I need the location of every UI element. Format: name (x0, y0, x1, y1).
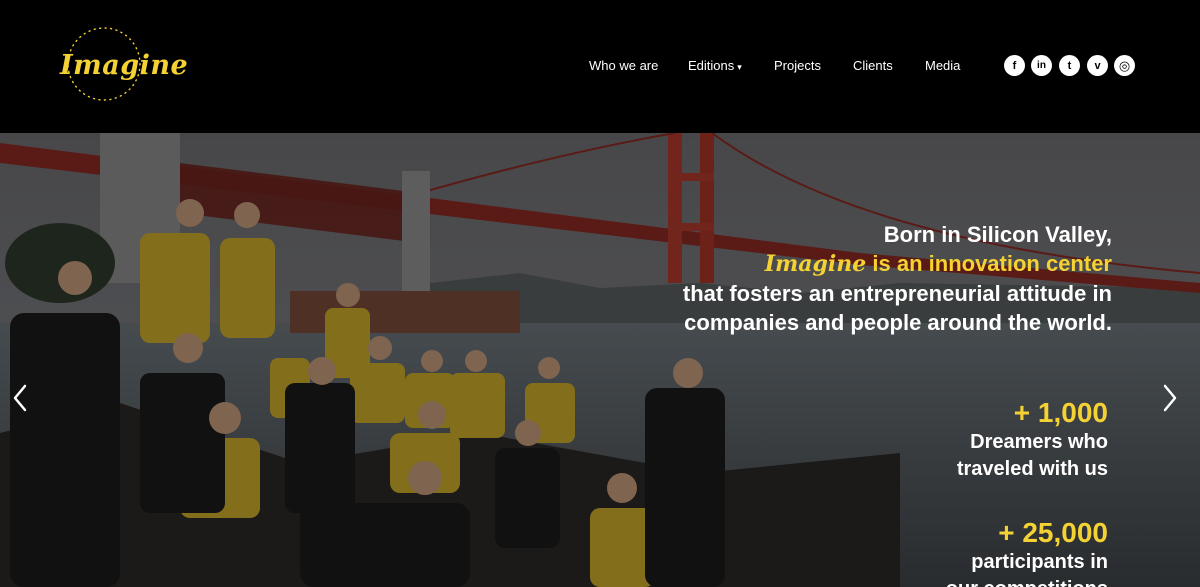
linkedin-icon[interactable]: in (1031, 55, 1052, 76)
stat-dreamers: + 1,000 Dreamers who traveled with us (957, 397, 1108, 483)
headline-line-4: companies and people around the world. (684, 310, 1112, 335)
nav-projects[interactable]: Projects (774, 58, 821, 73)
vimeo-icon[interactable]: v (1087, 55, 1108, 76)
nav-editions-label: Editions (688, 58, 735, 73)
slider-next-arrow-icon[interactable] (1158, 383, 1182, 413)
hero-headline: Born in Silicon Valley, Imagine is an in… (683, 220, 1112, 337)
stat-number: + 25,000 (998, 517, 1108, 548)
site-header: Imagine Who we are Editions ▾ Projects Cl… (0, 0, 1200, 133)
slider-prev-arrow-icon[interactable] (8, 383, 32, 413)
headline-line-1: Born in Silicon Valley, (883, 222, 1112, 247)
hero-slider: Born in Silicon Valley, Imagine is an in… (0, 133, 1200, 587)
stat-label-line: traveled with us (956, 458, 1108, 480)
stat-number: + 1,000 (1013, 397, 1108, 428)
headline-line-2: Imagine is an innovation center (683, 249, 1112, 279)
facebook-icon[interactable]: f (1004, 55, 1025, 76)
headline-line-3: that fosters an entrepreneurial attitude… (682, 281, 1112, 306)
nav-editions[interactable]: Editions ▾ (688, 58, 742, 73)
headline-line-2-rest: is an innovation center (866, 251, 1112, 276)
stat-label-line: Dreamers who (970, 431, 1108, 453)
nav-clients[interactable]: Clients (853, 58, 893, 73)
nav-who-we-are[interactable]: Who we are (589, 58, 658, 73)
chevron-down-icon: ▾ (737, 62, 742, 72)
stat-label-line: our competitions (946, 576, 1108, 587)
stat-participants: + 25,000 participants in our competition… (946, 517, 1108, 587)
instagram-icon[interactable]: ◎ (1114, 55, 1135, 76)
stat-label-line: participants in (971, 551, 1108, 573)
headline-brand: Imagine (764, 251, 867, 277)
nav-media[interactable]: Media (925, 58, 960, 73)
twitter-icon[interactable]: t (1059, 55, 1080, 76)
